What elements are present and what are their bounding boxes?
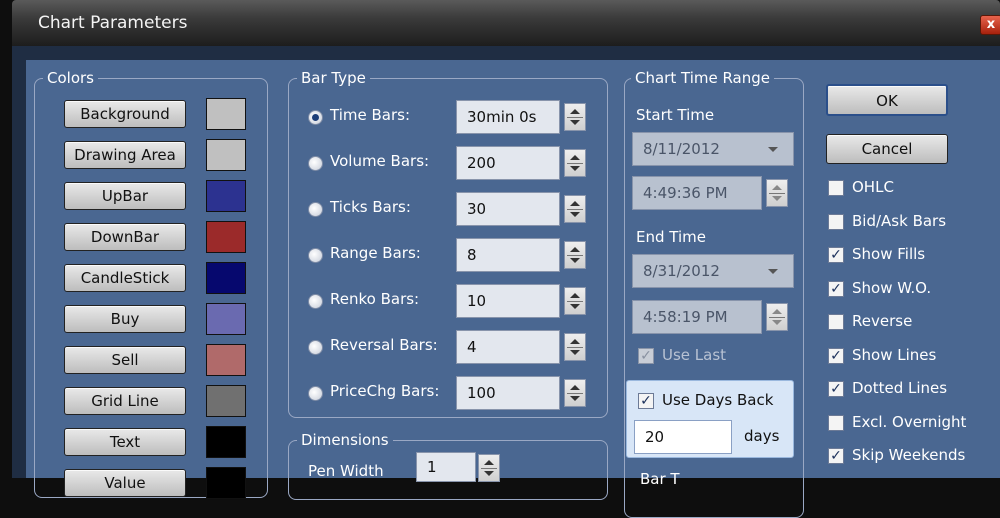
color-swatch[interactable] — [206, 467, 246, 499]
bar-type-spinner[interactable] — [564, 333, 586, 361]
option-label: Show Lines — [852, 345, 937, 364]
bar-type-label: Time Bars: — [330, 106, 410, 124]
color-swatch[interactable] — [206, 221, 246, 253]
color-swatch[interactable] — [206, 180, 246, 212]
bar-t-legend: Bar T — [640, 470, 680, 488]
color-button[interactable]: Buy — [64, 305, 186, 333]
bar-type-label: Range Bars: — [330, 244, 421, 262]
days-back-input[interactable]: 20 — [634, 420, 732, 454]
bar-type-spinner[interactable] — [564, 241, 586, 269]
color-swatch[interactable] — [206, 98, 246, 130]
color-button[interactable]: Sell — [64, 346, 186, 374]
time-range-legend: Chart Time Range — [631, 69, 775, 87]
bar-type-radio[interactable] — [308, 202, 323, 217]
use-days-back-checkbox[interactable]: ✓ — [638, 393, 654, 409]
close-icon: x — [986, 17, 996, 32]
end-time-label: End Time — [636, 228, 706, 246]
start-time-label: Start Time — [636, 106, 715, 124]
use-last-checkbox[interactable]: ✓ — [638, 348, 654, 364]
bar-type-value-field[interactable]: 200 — [456, 146, 560, 180]
bar-type-value-field[interactable]: 10 — [456, 284, 560, 318]
title-bar[interactable]: Chart Parameters x — [12, 0, 1000, 46]
color-swatch[interactable] — [206, 303, 246, 335]
color-button[interactable]: Background — [64, 100, 186, 128]
start-date-dropdown-icon — [768, 147, 778, 152]
option-checkbox[interactable] — [828, 180, 844, 196]
bar-type-value-field[interactable]: 30 — [456, 192, 560, 226]
bar-type-spinner[interactable] — [564, 379, 586, 407]
start-time-field[interactable]: 4:49:36 PM — [632, 176, 762, 210]
option-checkbox[interactable]: ✓ — [828, 247, 844, 263]
bar-type-label: Volume Bars: — [330, 152, 430, 170]
use-last-label: Use Last — [662, 346, 727, 364]
bar-type-radio[interactable] — [308, 248, 323, 263]
option-checkbox[interactable]: ✓ — [828, 280, 844, 297]
colors-legend: Colors — [43, 69, 98, 87]
bar-type-value-field[interactable]: 8 — [456, 238, 560, 272]
window-title: Chart Parameters — [38, 13, 188, 33]
bar-type-radio[interactable] — [308, 294, 323, 309]
end-time-spinner[interactable] — [766, 303, 788, 331]
start-time-spinner[interactable] — [766, 179, 788, 207]
ok-button[interactable]: OK — [826, 84, 948, 116]
bar-type-spinner[interactable] — [564, 287, 586, 315]
option-checkbox[interactable]: ✓ — [828, 347, 844, 364]
color-swatch[interactable] — [206, 139, 246, 171]
option-label: Dotted Lines — [852, 379, 948, 397]
end-date-dropdown-icon — [768, 269, 778, 274]
color-button[interactable]: Grid Line — [64, 387, 186, 415]
bar-type-spinner[interactable] — [564, 195, 586, 223]
bar-type-radio[interactable] — [308, 340, 323, 355]
option-checkbox[interactable]: ✓ — [828, 448, 844, 464]
option-checkbox[interactable] — [828, 414, 844, 431]
bar-type-legend: Bar Type — [297, 69, 370, 87]
dimensions-legend: Dimensions — [297, 431, 393, 449]
color-button[interactable]: CandleStick — [64, 264, 186, 292]
color-swatch[interactable] — [206, 385, 246, 417]
bar-type-radio[interactable] — [308, 110, 323, 125]
color-swatch[interactable] — [206, 262, 246, 294]
option-label: Skip Weekends — [852, 446, 966, 464]
color-swatch[interactable] — [206, 426, 246, 458]
bar-type-spinner[interactable] — [564, 149, 586, 177]
bar-type-spinner[interactable] — [564, 103, 586, 131]
bar-type-value-field[interactable]: 4 — [456, 330, 560, 364]
bar-type-value-field[interactable]: 100 — [456, 376, 560, 410]
color-button[interactable]: UpBar — [64, 182, 186, 210]
bar-type-label: Ticks Bars: — [330, 198, 411, 216]
bar-type-radio[interactable] — [308, 156, 323, 171]
option-label: Reverse — [852, 312, 913, 330]
pen-width-label: Pen Width — [308, 462, 384, 480]
color-button[interactable]: Text — [64, 428, 186, 456]
cancel-button[interactable]: Cancel — [826, 134, 948, 164]
option-label: Show Fills — [852, 245, 926, 263]
color-button[interactable]: DownBar — [64, 223, 186, 251]
option-label: Excl. Overnight — [852, 412, 967, 431]
dialog-body: Colors Background Drawing Area UpBar DownBa… — [26, 60, 1000, 518]
option-checkbox[interactable]: ✓ — [828, 381, 844, 397]
option-checkbox[interactable] — [828, 213, 844, 230]
bar-type-label: Renko Bars: — [330, 290, 420, 308]
bar-type-label: PriceChg Bars: — [330, 382, 440, 400]
color-swatch[interactable] — [206, 344, 246, 376]
color-button[interactable]: Value — [64, 469, 186, 497]
bar-type-value-field[interactable]: 30min 0s — [456, 100, 560, 134]
option-checkbox[interactable] — [828, 314, 844, 330]
days-unit-label: days — [744, 427, 780, 445]
bar-type-label: Reversal Bars: — [330, 336, 438, 354]
end-time-field[interactable]: 4:58:19 PM — [632, 300, 762, 334]
option-label: Bid/Ask Bars — [852, 211, 947, 230]
bar-type-radio[interactable] — [308, 386, 323, 401]
use-days-back-label: Use Days Back — [662, 391, 774, 409]
close-button[interactable]: x — [980, 15, 1000, 35]
option-label: OHLC — [852, 178, 894, 196]
option-label: Show W.O. — [852, 278, 932, 297]
color-button[interactable]: Drawing Area — [64, 141, 186, 169]
